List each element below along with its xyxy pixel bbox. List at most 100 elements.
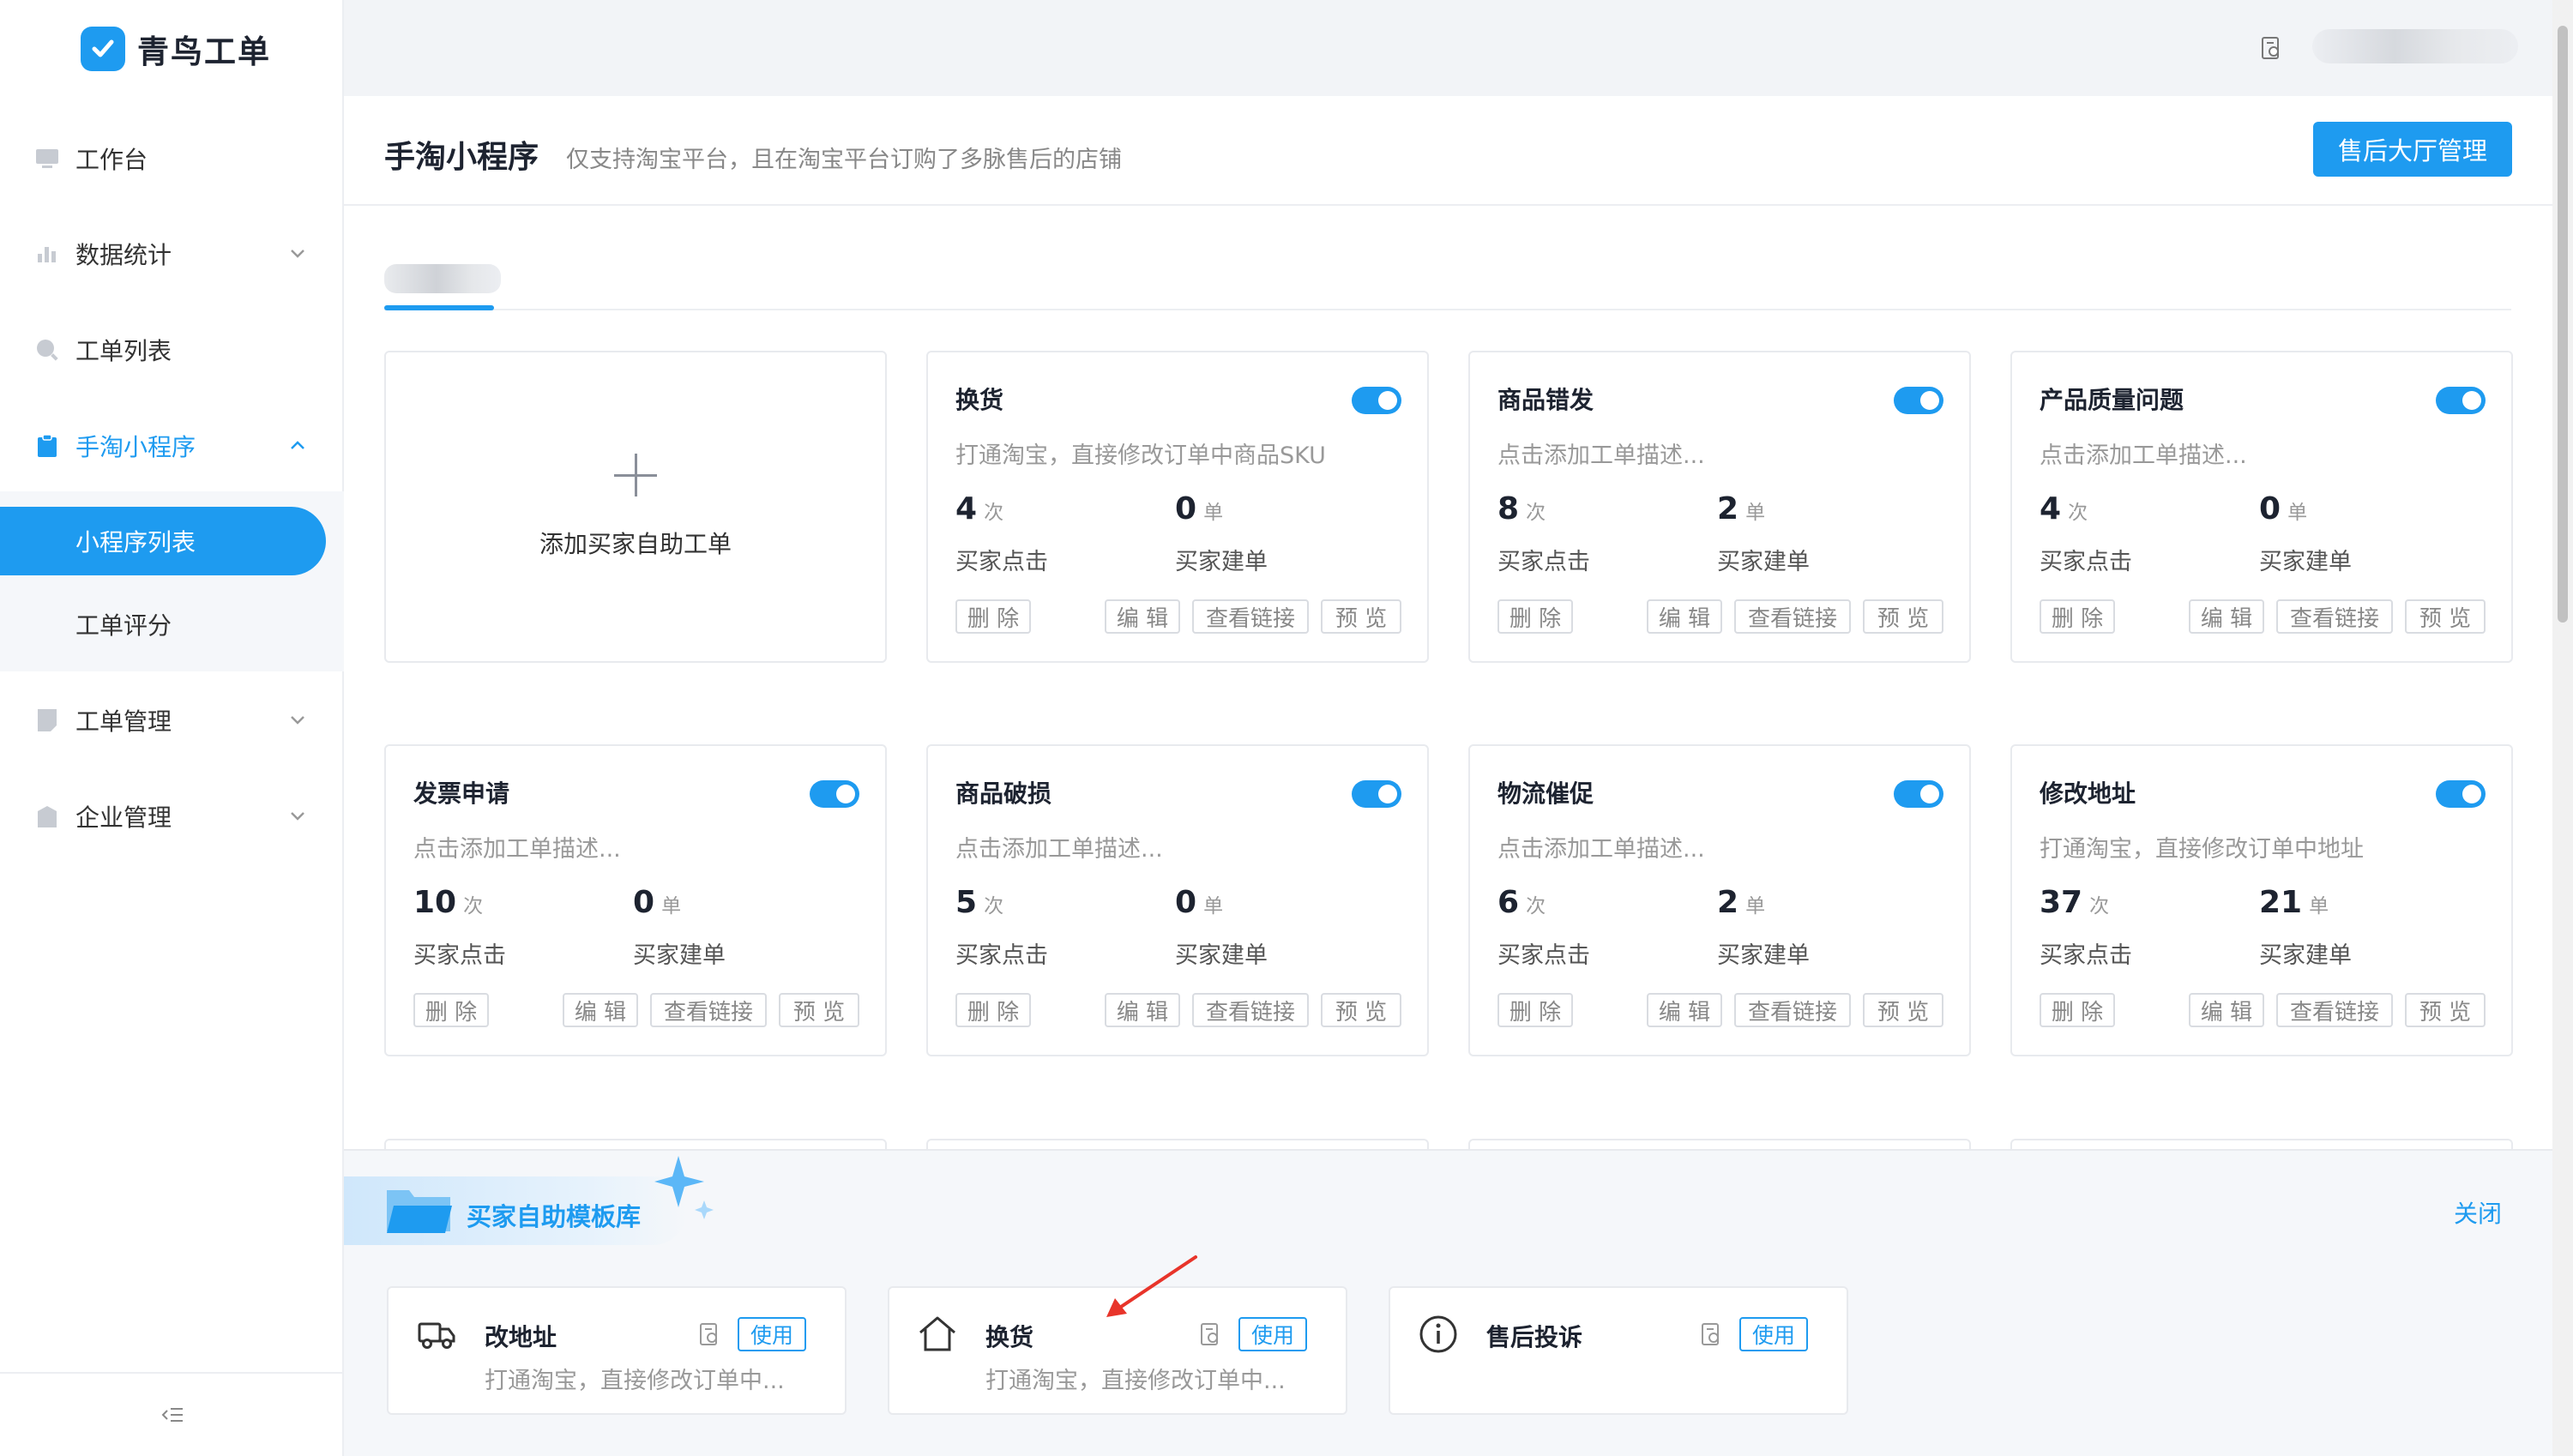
edit-button[interactable]: 编 辑 xyxy=(1647,993,1722,1027)
enable-toggle[interactable] xyxy=(810,780,859,808)
use-template-button[interactable]: 使用 xyxy=(1238,1317,1307,1351)
view-link-button[interactable]: 查看链接 xyxy=(650,993,767,1027)
order-count: 21 xyxy=(2259,885,2303,920)
use-template-button[interactable]: 使用 xyxy=(1739,1317,1808,1351)
sidebar-item-label: 工作台 xyxy=(75,146,148,174)
edit-button[interactable]: 编 辑 xyxy=(1647,599,1722,634)
use-template-button[interactable]: 使用 xyxy=(738,1317,806,1351)
preview-button[interactable]: 预 览 xyxy=(1863,993,1943,1027)
scrollbar-thumb[interactable] xyxy=(2558,26,2568,623)
card-description[interactable]: 点击添加工单描述... xyxy=(1497,830,1705,863)
shop-tab-blurred[interactable] xyxy=(384,264,501,293)
card-description[interactable]: 点击添加工单描述... xyxy=(2040,436,2247,470)
delete-button[interactable]: 删 除 xyxy=(2040,993,2115,1027)
delete-button[interactable]: 删 除 xyxy=(413,993,489,1027)
logo-check-icon xyxy=(81,27,125,71)
order-count: 0 xyxy=(2259,491,2281,526)
document-search-icon[interactable] xyxy=(697,1322,721,1346)
card-description[interactable]: 点击添加工单描述... xyxy=(955,830,1163,863)
sidebar-item-label: 企业管理 xyxy=(75,803,172,832)
sidebar-collapse-button[interactable] xyxy=(0,1372,344,1456)
add-buyer-ticket-card[interactable]: 添加买家自助工单 xyxy=(384,351,887,663)
order-unit: 单 xyxy=(1745,502,1766,524)
view-link-button[interactable]: 查看链接 xyxy=(2276,599,2393,634)
document-search-icon[interactable] xyxy=(1699,1322,1723,1346)
document-search-icon[interactable] xyxy=(1198,1322,1222,1346)
order-count: 0 xyxy=(633,885,655,920)
edit-button[interactable]: 编 辑 xyxy=(2189,599,2264,634)
enable-toggle[interactable] xyxy=(2436,387,2486,414)
page-title: 手淘小程序 xyxy=(384,140,539,175)
view-link-button[interactable]: 查看链接 xyxy=(1192,993,1309,1027)
edit-button[interactable]: 编 辑 xyxy=(1105,993,1180,1027)
miniapp-card: 物流催促 点击添加工单描述... 6次 2单 买家点击 买家建单 删 除 编 辑… xyxy=(1468,744,1971,1056)
delete-button[interactable]: 删 除 xyxy=(1497,599,1573,634)
sidebar-subitem-ticket-rating[interactable]: 工单评分 xyxy=(0,590,344,659)
card-description[interactable]: 打通淘宝，直接修改订单中商品SKU xyxy=(955,436,1326,470)
edit-button[interactable]: 编 辑 xyxy=(563,993,638,1027)
library-title: 买家自助模板库 xyxy=(467,1202,642,1231)
enable-toggle[interactable] xyxy=(1352,780,1401,808)
edit-button[interactable]: 编 辑 xyxy=(1105,599,1180,634)
click-count: 4 xyxy=(955,491,978,526)
sidebar-item-enterprise-management[interactable]: 企业管理 xyxy=(0,782,344,851)
click-count: 37 xyxy=(2040,885,2083,920)
click-count: 5 xyxy=(955,885,978,920)
order-count: 0 xyxy=(1175,885,1197,920)
preview-button[interactable]: 预 览 xyxy=(1321,599,1401,634)
close-library-link[interactable]: 关闭 xyxy=(2454,1195,2502,1230)
delete-button[interactable]: 删 除 xyxy=(1497,993,1573,1027)
enable-toggle[interactable] xyxy=(1894,387,1943,414)
sidebar-subitem-label: 小程序列表 xyxy=(75,528,196,557)
template-title: 换货 xyxy=(985,1323,1034,1351)
after-sales-hall-button[interactable]: 售后大厅管理 xyxy=(2313,122,2512,177)
order-stat: 0单 xyxy=(633,885,681,920)
view-link-button[interactable]: 查看链接 xyxy=(1734,599,1851,634)
edit-button[interactable]: 编 辑 xyxy=(2189,993,2264,1027)
view-link-button[interactable]: 查看链接 xyxy=(2276,993,2393,1027)
app-name: 青鸟工单 xyxy=(137,33,271,70)
sidebar-item-label: 手淘小程序 xyxy=(75,433,196,461)
sidebar-item-ticket-management[interactable]: 工单管理 xyxy=(0,686,344,755)
delete-button[interactable]: 删 除 xyxy=(955,993,1031,1027)
delete-button[interactable]: 删 除 xyxy=(955,599,1031,634)
sidebar-item-miniapp[interactable]: 手淘小程序 xyxy=(0,412,344,480)
sidebar-item-workbench[interactable]: 工作台 xyxy=(0,124,344,193)
order-count: 2 xyxy=(1717,491,1739,526)
view-link-button[interactable]: 查看链接 xyxy=(1192,599,1309,634)
order-stat: 0单 xyxy=(1175,885,1223,920)
document-search-icon[interactable] xyxy=(2259,36,2283,60)
card-description[interactable]: 点击添加工单描述... xyxy=(1497,436,1705,470)
enable-toggle[interactable] xyxy=(1352,387,1401,414)
preview-button[interactable]: 预 览 xyxy=(779,993,859,1027)
preview-button[interactable]: 预 览 xyxy=(1863,599,1943,634)
sidebar-item-statistics[interactable]: 数据统计 xyxy=(0,220,344,288)
click-unit: 次 xyxy=(2089,895,2110,918)
card-description[interactable]: 打通淘宝，直接修改订单中地址 xyxy=(2040,830,2364,863)
enable-toggle[interactable] xyxy=(2436,780,2486,808)
preview-button[interactable]: 预 览 xyxy=(1321,993,1401,1027)
view-link-button[interactable]: 查看链接 xyxy=(1734,993,1851,1027)
page-header: 手淘小程序 仅支持淘宝平台，且在淘宝平台订购了多脉售后的店铺 售后大厅管理 xyxy=(344,96,2552,206)
click-label: 买家点击 xyxy=(955,942,1048,969)
sidebar-item-ticket-list[interactable]: 工单列表 xyxy=(0,316,344,384)
order-label: 买家建单 xyxy=(2259,942,2352,969)
click-label: 买家点击 xyxy=(2040,549,2132,575)
preview-button[interactable]: 预 览 xyxy=(2405,599,2486,634)
click-label: 买家点击 xyxy=(955,549,1048,575)
order-label: 买家建单 xyxy=(1717,549,1810,575)
sidebar-subitem-miniapp-list[interactable]: 小程序列表 xyxy=(0,507,326,575)
preview-button[interactable]: 预 览 xyxy=(2405,993,2486,1027)
miniapp-card: 换货 打通淘宝，直接修改订单中商品SKU 4次 0单 买家点击 买家建单 删 除… xyxy=(926,351,1429,663)
order-stat: 0单 xyxy=(1175,491,1223,526)
user-account-blurred[interactable] xyxy=(2312,29,2518,63)
order-unit: 单 xyxy=(661,895,682,918)
delete-button[interactable]: 删 除 xyxy=(2040,599,2115,634)
enable-toggle[interactable] xyxy=(1894,780,1943,808)
card-description[interactable]: 点击添加工单描述... xyxy=(413,830,621,863)
building-icon xyxy=(34,803,60,829)
app-logo[interactable]: 青鸟工单 xyxy=(81,26,271,72)
click-count: 4 xyxy=(2040,491,2062,526)
sidebar-subitem-label: 工单评分 xyxy=(75,611,172,640)
document-icon xyxy=(34,707,60,733)
